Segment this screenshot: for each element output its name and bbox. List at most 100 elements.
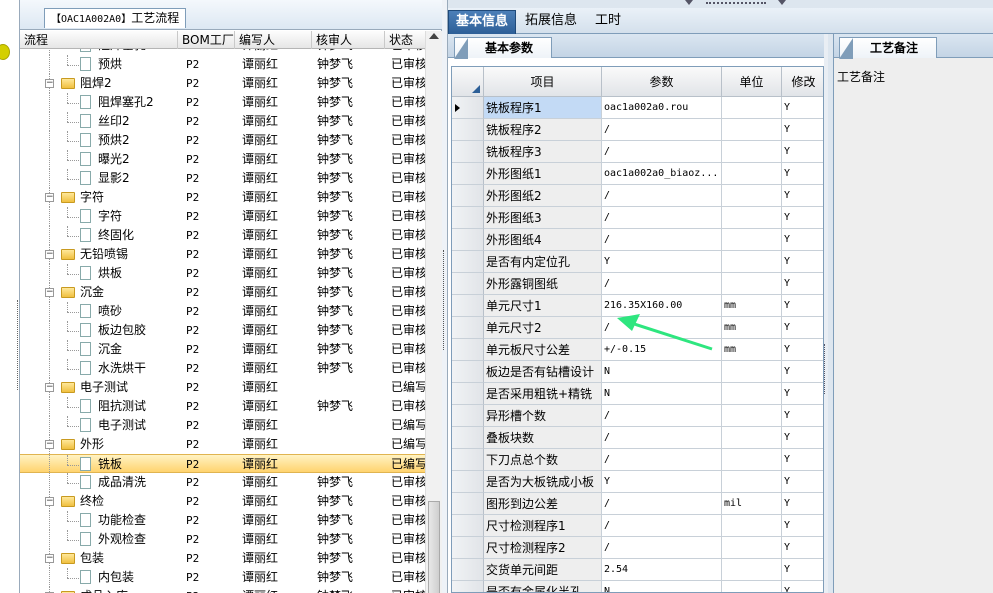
tree-node[interactable]: − 字符 xyxy=(20,188,178,207)
tree-folder-row[interactable]: − 字符 P2 谭丽红 钟梦飞 已审核 xyxy=(20,188,425,207)
tree-row[interactable]: 水洗烘干 P2 谭丽红 钟梦飞 已审核 xyxy=(20,359,425,378)
param-unit-cell[interactable] xyxy=(722,163,782,185)
param-row[interactable]: 尺寸检测程序1/ Y xyxy=(452,515,823,537)
tree-node[interactable]: 曝光2 xyxy=(20,150,178,169)
param-unit-cell[interactable]: mm xyxy=(722,339,782,361)
tree-folder-row[interactable]: − 阻焊2 P2 谭丽红 钟梦飞 已审核 xyxy=(20,74,425,93)
param-unit-cell[interactable] xyxy=(722,141,782,163)
tree-node[interactable]: − 阻焊2 xyxy=(20,74,178,93)
param-modify-cell[interactable]: Y xyxy=(782,471,823,493)
param-value-cell[interactable]: / xyxy=(602,317,722,339)
param-row[interactable]: 单元板尺寸公差 +/-0.15 mm Y xyxy=(452,339,823,361)
param-modify-cell[interactable]: Y xyxy=(782,229,823,251)
grid-header-item[interactable]: 项目 xyxy=(484,67,602,97)
param-modify-cell[interactable]: Y xyxy=(782,119,823,141)
tree-node[interactable]: 预烘2 xyxy=(20,131,178,150)
param-unit-cell[interactable] xyxy=(722,515,782,537)
row-indicator[interactable] xyxy=(452,383,484,405)
param-modify-cell[interactable]: Y xyxy=(782,207,823,229)
param-row[interactable]: 外形图纸3/ Y xyxy=(452,207,823,229)
tree-node[interactable]: 阻焊塞孔2 xyxy=(20,93,178,112)
row-indicator[interactable] xyxy=(452,405,484,427)
tree-node[interactable]: 丝印2 xyxy=(20,112,178,131)
row-indicator[interactable] xyxy=(452,141,484,163)
tree-row[interactable]: 曝光2 P2 谭丽红 钟梦飞 已审核 xyxy=(20,150,425,169)
param-modify-cell[interactable]: Y xyxy=(782,185,823,207)
param-row[interactable]: 是否为大板铣成小板 Y Y xyxy=(452,471,823,493)
tab-basic-params[interactable]: 基本参数 xyxy=(454,37,553,59)
param-unit-cell[interactable] xyxy=(722,185,782,207)
param-modify-cell[interactable]: Y xyxy=(782,339,823,361)
expand-toggle-icon[interactable]: − xyxy=(45,497,54,506)
top-splitter-grip[interactable] xyxy=(706,2,766,6)
param-value-cell[interactable]: / xyxy=(602,273,722,295)
row-indicator[interactable] xyxy=(452,537,484,559)
param-unit-cell[interactable] xyxy=(722,97,782,119)
param-row[interactable]: 是否有金属化半孔 N Y xyxy=(452,581,823,592)
row-indicator[interactable] xyxy=(452,559,484,581)
tree-row[interactable]: 字符 P2 谭丽红 钟梦飞 已审核 xyxy=(20,207,425,226)
param-value-cell[interactable]: oac1a002a0.rou xyxy=(602,97,722,119)
param-value-cell[interactable]: 216.35X160.00 xyxy=(602,295,722,317)
row-indicator[interactable] xyxy=(452,493,484,515)
grid-corner[interactable] xyxy=(452,67,484,97)
param-value-cell[interactable]: N xyxy=(602,361,722,383)
param-modify-cell[interactable]: Y xyxy=(782,317,823,339)
tree-folder-row[interactable]: − 沉金 P2 谭丽红 钟梦飞 已审核 xyxy=(20,283,425,302)
tab-work-hours[interactable]: 工时 xyxy=(588,10,628,34)
tree-node[interactable]: −成品入库 xyxy=(20,587,178,593)
row-indicator[interactable] xyxy=(452,317,484,339)
param-unit-cell[interactable] xyxy=(722,581,782,592)
param-row[interactable]: 铣板程序3/ Y xyxy=(452,141,823,163)
param-value-cell[interactable]: N xyxy=(602,383,722,405)
param-value-cell[interactable]: / xyxy=(602,141,722,163)
param-unit-cell[interactable] xyxy=(722,229,782,251)
param-value-cell[interactable]: / xyxy=(602,537,722,559)
param-value-cell[interactable]: +/-0.15 xyxy=(602,339,722,361)
param-unit-cell[interactable] xyxy=(722,361,782,383)
tree-node[interactable]: 沉金 xyxy=(20,340,178,359)
param-modify-cell[interactable]: Y xyxy=(782,141,823,163)
tree-node[interactable]: 成品清洗 xyxy=(20,473,178,492)
tree-node[interactable]: 外观检查 xyxy=(20,530,178,549)
tab-extended-info[interactable]: 拓展信息 xyxy=(518,10,584,34)
param-modify-cell[interactable]: Y xyxy=(782,405,823,427)
param-row[interactable]: 铣板程序2/ Y xyxy=(452,119,823,141)
col-header-checker[interactable]: 核审人 xyxy=(312,31,385,49)
param-modify-cell[interactable]: Y xyxy=(782,295,823,317)
param-unit-cell[interactable] xyxy=(722,405,782,427)
tree-row[interactable]: 阻焊塞孔2 P2 谭丽红 钟梦飞 已审核 xyxy=(20,93,425,112)
tree-folder-row[interactable]: − 外形 P2 谭丽红 已编写 xyxy=(20,435,425,454)
param-value-cell[interactable]: Y xyxy=(602,251,722,273)
tab-basic-info[interactable]: 基本信息 xyxy=(448,10,517,34)
tree-row[interactable]: 成品清洗 P2 谭丽红 钟梦飞 已审核 xyxy=(20,473,425,492)
param-row[interactable]: 是否采用粗铣+精铣 N Y xyxy=(452,383,823,405)
tree-node[interactable]: 板边包胶 xyxy=(20,321,178,340)
tree-node[interactable]: 电子测试 xyxy=(20,416,178,435)
param-value-cell[interactable]: Y xyxy=(602,471,722,493)
col-header-status[interactable]: 状态 xyxy=(385,31,425,49)
row-indicator[interactable] xyxy=(452,515,484,537)
expand-toggle-icon[interactable]: − xyxy=(45,383,54,392)
param-row[interactable]: 单元尺寸2/mm Y xyxy=(452,317,823,339)
param-modify-cell[interactable]: Y xyxy=(782,581,823,592)
tree-folder-row[interactable]: − 终检 P2 谭丽红 钟梦飞 已审核 xyxy=(20,492,425,511)
row-indicator[interactable] xyxy=(452,427,484,449)
row-indicator[interactable] xyxy=(452,339,484,361)
tree-row[interactable]: 电子测试 P2 谭丽红 已编写 xyxy=(20,416,425,435)
tree-node[interactable]: − 外形 xyxy=(20,435,178,454)
param-value-cell[interactable]: / xyxy=(602,405,722,427)
params-splitter[interactable] xyxy=(824,34,828,593)
tab-process-notes[interactable]: 工艺备注 xyxy=(839,37,938,59)
param-unit-cell[interactable] xyxy=(722,383,782,405)
param-modify-cell[interactable]: Y xyxy=(782,493,823,515)
row-indicator[interactable] xyxy=(452,207,484,229)
param-row[interactable]: 外形图纸2/ Y xyxy=(452,185,823,207)
tree-row[interactable]: 板边包胶 P2 谭丽红 钟梦飞 已审核 xyxy=(20,321,425,340)
tree-node[interactable]: − 无铅喷锡 xyxy=(20,245,178,264)
param-modify-cell[interactable]: Y xyxy=(782,97,823,119)
row-indicator[interactable] xyxy=(452,449,484,471)
param-unit-cell[interactable]: mm xyxy=(722,317,782,339)
splitter-grip-icon[interactable] xyxy=(443,250,446,350)
tree-row[interactable]: 外观检查 P2 谭丽红 钟梦飞 已审核 xyxy=(20,530,425,549)
